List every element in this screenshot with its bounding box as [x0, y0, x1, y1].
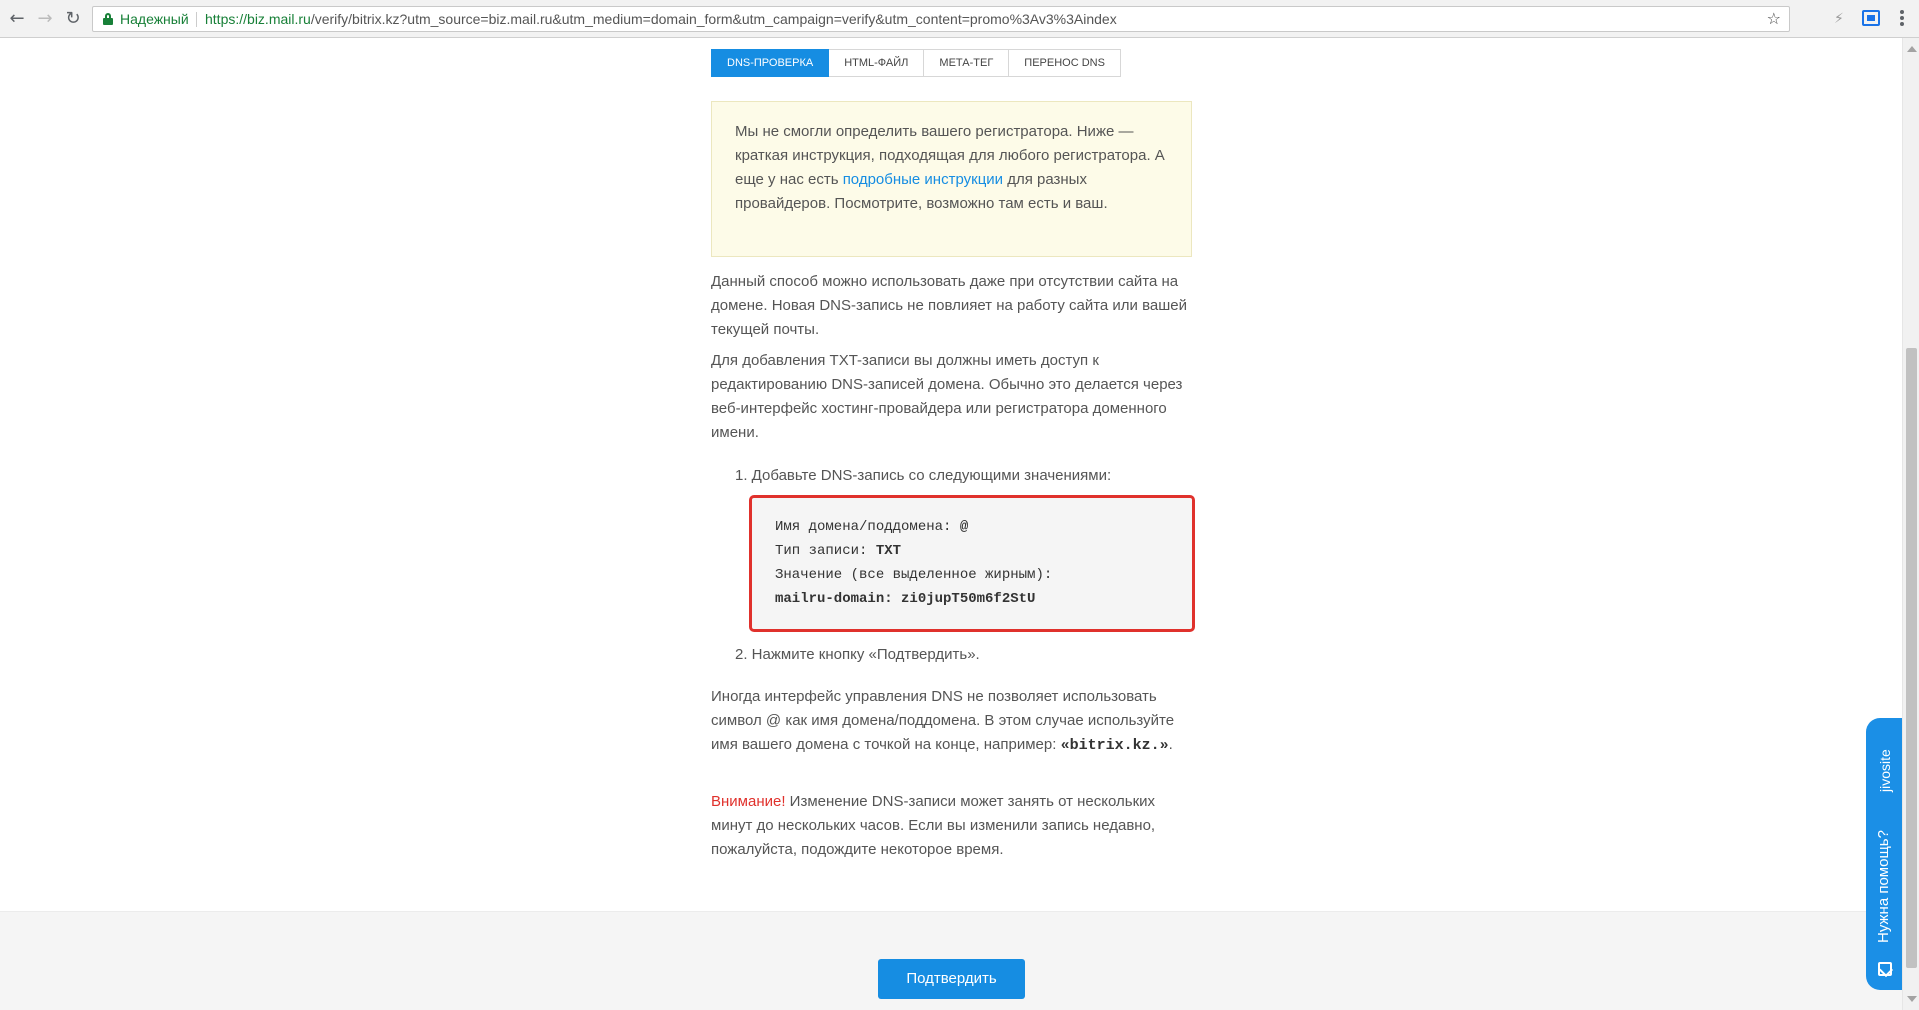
url-text: https://biz.mail.ru/verify/bitrix.kz?utm…	[205, 11, 1117, 27]
extension-window-icon[interactable]	[1862, 10, 1880, 26]
browser-menu-icon[interactable]	[1899, 8, 1905, 30]
detailed-instructions-link[interactable]: подробные инструкции	[843, 171, 1003, 188]
tab-html-file[interactable]: HTML-файл	[829, 49, 925, 77]
step-one: 1. Добавьте DNS-запись со следующими зна…	[735, 467, 1112, 484]
scroll-up-icon[interactable]	[1907, 46, 1917, 52]
warning-label: Внимание!	[711, 793, 786, 810]
propagation-warning: Внимание! Изменение DNS-записи может зан…	[711, 793, 1156, 858]
domain-example: «bitrix.kz.»	[1060, 737, 1169, 754]
reload-icon[interactable]: ↻	[62, 8, 84, 30]
confirm-button[interactable]: Подтвердить	[878, 959, 1025, 999]
tab-meta-tag[interactable]: Мета-тег	[924, 49, 1010, 77]
method-tabs: DNS-проверка HTML-файл Мета-тег Перенос …	[711, 49, 1121, 77]
at-symbol-note: Иногда интерфейс управления DNS не позво…	[711, 688, 1175, 754]
page-scrollbar[interactable]	[1902, 38, 1919, 1010]
help-label: Нужна помощь?	[1875, 830, 1892, 943]
bookmark-star-icon[interactable]: ☆	[1767, 7, 1781, 31]
lock-icon	[103, 13, 113, 25]
record-type-line: Тип записи: TXT	[775, 543, 902, 559]
mail-icon	[1878, 962, 1892, 976]
record-value-label: Значение (все выделенное жирным):	[775, 567, 1053, 583]
secure-label: Надежный	[120, 11, 189, 27]
intro-paragraph: Данный способ можно использовать даже пр…	[711, 273, 1188, 338]
record-value: mailru-domain: zi0jupT50m6f2StU	[775, 591, 1036, 607]
tab-dns-check[interactable]: DNS-проверка	[711, 49, 830, 77]
chat-widget-tab[interactable]: jivosite Нужна помощь?	[1866, 718, 1903, 990]
extension-bolt-icon[interactable]: ⚡	[1834, 9, 1844, 29]
address-bar[interactable]: Надежный https://biz.mail.ru/verify/bitr…	[92, 6, 1790, 32]
dns-record-box: Имя домена/поддомена: @ Тип записи: TXT …	[749, 495, 1195, 632]
back-arrow-icon[interactable]: ←	[6, 8, 28, 30]
scroll-thumb[interactable]	[1906, 348, 1917, 968]
forward-arrow-icon[interactable]: →	[34, 8, 56, 30]
tab-dns-transfer[interactable]: Перенос DNS	[1009, 49, 1121, 77]
registrar-notice: Мы не смогли определить вашего регистрат…	[711, 101, 1192, 257]
step-two: 2. Нажмите кнопку «Подтвердить».	[735, 646, 980, 663]
scroll-down-icon[interactable]	[1907, 996, 1917, 1002]
browser-toolbar: ← → ↻ Надежный https://biz.mail.ru/verif…	[0, 0, 1919, 38]
access-paragraph: Для добавления TXT-записи вы должны имет…	[711, 352, 1183, 441]
action-footer: Подтвердить	[0, 911, 1902, 1010]
record-name-line: Имя домена/поддомена: @	[775, 519, 969, 535]
